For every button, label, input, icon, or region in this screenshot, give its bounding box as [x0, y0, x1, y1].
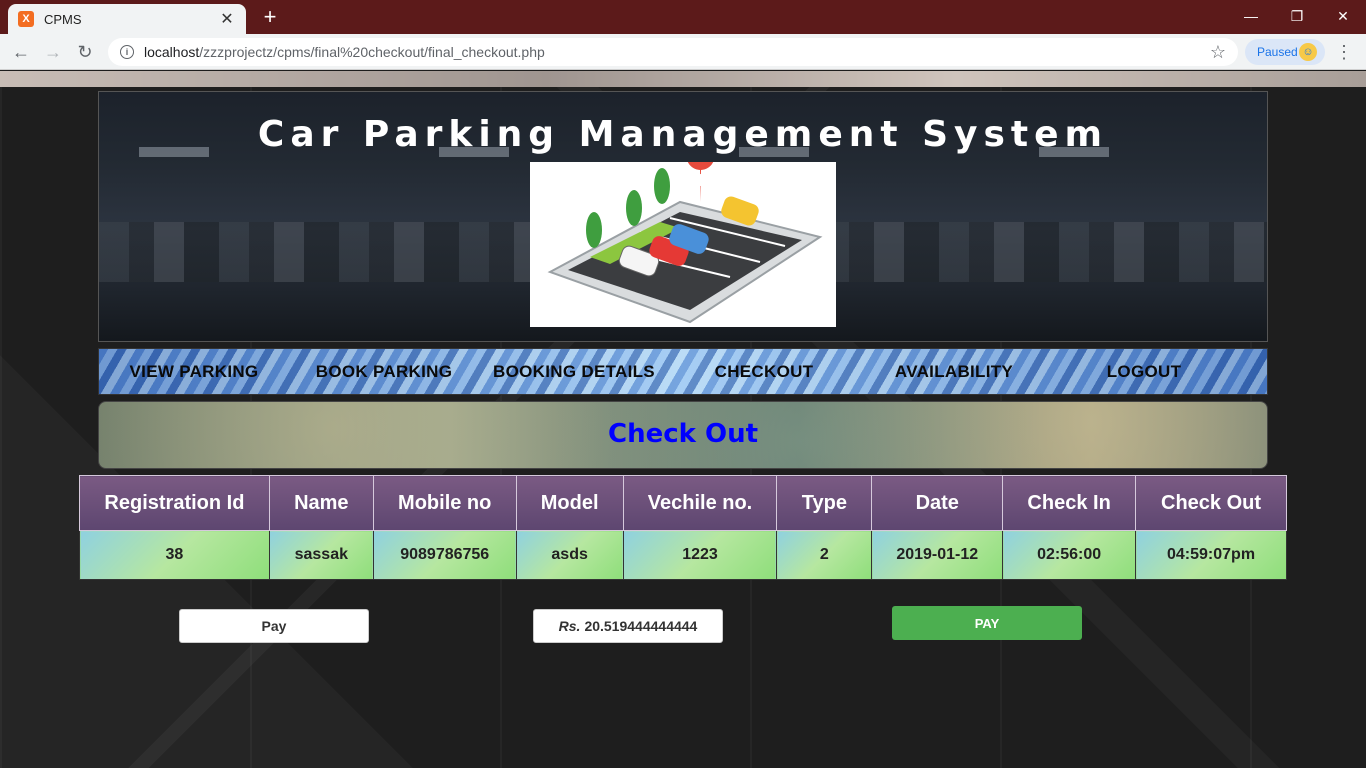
- url-host: localhost: [144, 44, 200, 60]
- col-type: Type: [776, 475, 873, 531]
- reload-icon[interactable]: ↻: [72, 39, 98, 65]
- site-header: Car Parking Management System: [98, 91, 1268, 342]
- browser-toolbar: ← → ↻ i localhost/zzzprojectz/cpms/final…: [0, 34, 1366, 70]
- col-registration-id: Registration Id: [79, 475, 270, 531]
- tablet-parking-illustration: [547, 142, 823, 324]
- pay-field[interactable]: Pay: [179, 609, 369, 643]
- cell-vehicle-no: 1223: [622, 530, 778, 580]
- main-nav: VIEW PARKING BOOK PARKING BOOKING DETAIL…: [98, 348, 1268, 395]
- star-icon[interactable]: ☆: [1210, 42, 1226, 63]
- profile-paused-badge[interactable]: Paused ☺: [1245, 39, 1325, 65]
- col-check-in: Check In: [1002, 475, 1137, 531]
- url-path: /zzzprojectz/cpms/final%20checkout/final…: [199, 44, 545, 60]
- col-vehicle-no: Vechile no.: [622, 475, 778, 531]
- close-window-icon[interactable]: ✕: [1320, 0, 1366, 32]
- table-row: 38 sassak 9089786756 asds 1223 2 2019-01…: [79, 530, 1287, 580]
- menu-dots-icon[interactable]: ⋮: [1334, 39, 1354, 65]
- checkout-table: Registration Id Name Mobile no Model Vec…: [79, 475, 1287, 580]
- browser-tab[interactable]: X CPMS ✕: [8, 4, 246, 34]
- nav-availability[interactable]: AVAILABILITY: [859, 362, 1049, 382]
- browser-titlebar: X CPMS ✕ + — ❐ ✕: [0, 0, 1366, 34]
- cell-registration-id: 38: [79, 530, 270, 580]
- nav-book-parking[interactable]: BOOK PARKING: [289, 362, 479, 382]
- cell-mobile-no: 9089786756: [372, 530, 517, 580]
- cell-date: 2019-01-12: [871, 530, 1004, 580]
- nav-view-parking[interactable]: VIEW PARKING: [99, 362, 289, 382]
- back-arrow-icon[interactable]: ←: [8, 39, 34, 65]
- currency-label: Rs.: [558, 618, 581, 634]
- cell-name: sassak: [268, 530, 374, 580]
- minimize-icon[interactable]: —: [1228, 0, 1274, 32]
- new-tab-icon[interactable]: +: [258, 4, 282, 30]
- cell-check-out: 04:59:07pm: [1135, 530, 1287, 580]
- col-check-out: Check Out: [1135, 475, 1287, 531]
- table-header-row: Registration Id Name Mobile no Model Vec…: [79, 475, 1287, 531]
- restore-icon[interactable]: ❐: [1274, 0, 1320, 32]
- amount-field[interactable]: Rs. 20.519444444444: [533, 609, 723, 643]
- xampp-favicon-icon: X: [18, 11, 34, 27]
- url-text: localhost/zzzprojectz/cpms/final%20check…: [144, 44, 1210, 60]
- col-model: Model: [515, 475, 624, 531]
- main-nav-items: VIEW PARKING BOOK PARKING BOOKING DETAIL…: [99, 349, 1267, 394]
- page-body: Car Parking Management System VIEW PARKI…: [0, 71, 1366, 768]
- section-banner: Check Out: [98, 401, 1268, 469]
- cell-check-in: 02:56:00: [1002, 530, 1137, 580]
- tab-title: CPMS: [44, 11, 82, 27]
- parking-logo-image: [530, 142, 836, 327]
- cell-model: asds: [515, 530, 624, 580]
- paused-label: Paused: [1257, 45, 1298, 59]
- info-icon[interactable]: i: [120, 45, 134, 59]
- nav-booking-details[interactable]: BOOKING DETAILS: [479, 362, 669, 382]
- site-title: Car Parking Management System: [257, 114, 1109, 155]
- forward-arrow-icon[interactable]: →: [40, 39, 66, 65]
- nav-logout[interactable]: LOGOUT: [1049, 362, 1239, 382]
- close-tab-icon[interactable]: ✕: [218, 9, 236, 29]
- cell-type: 2: [776, 530, 873, 580]
- col-mobile-no: Mobile no: [372, 475, 517, 531]
- col-name: Name: [268, 475, 374, 531]
- page-title: Check Out: [607, 419, 759, 449]
- nav-checkout[interactable]: CHECKOUT: [669, 362, 859, 382]
- top-decor-strip: [0, 71, 1366, 87]
- col-date: Date: [871, 475, 1004, 531]
- pay-button[interactable]: PAY: [892, 606, 1082, 640]
- amount-value: 20.519444444444: [584, 618, 698, 634]
- address-bar[interactable]: i localhost/zzzprojectz/cpms/final%20che…: [108, 38, 1238, 66]
- avatar: ☺: [1299, 43, 1317, 61]
